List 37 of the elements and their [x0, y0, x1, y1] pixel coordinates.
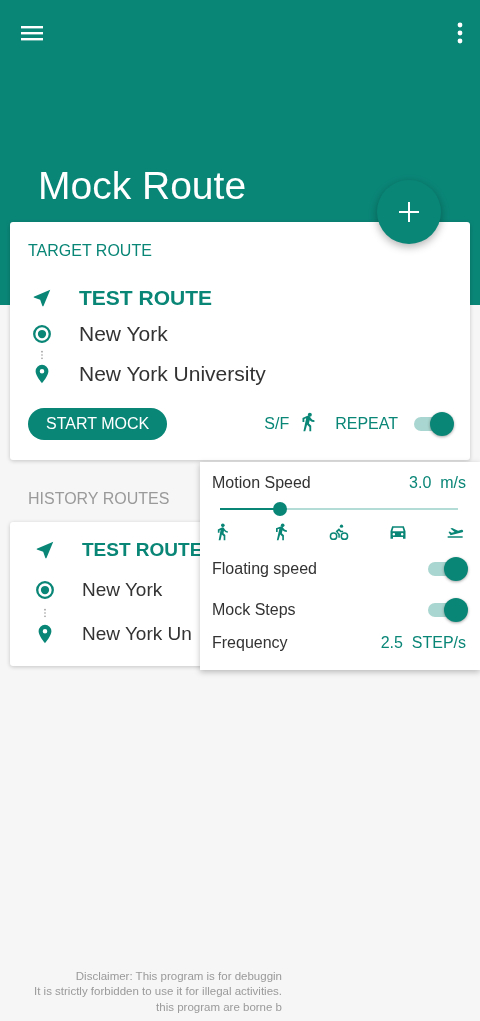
start-mock-button[interactable]: START MOCK	[28, 408, 168, 440]
mock-steps-label: Mock Steps	[212, 600, 296, 619]
motion-speed-label: Motion Speed	[212, 474, 311, 492]
navigation-arrow-icon	[31, 287, 53, 309]
destination-location: New York University	[79, 362, 266, 386]
radio-dot-icon	[31, 323, 53, 345]
route-name: TEST ROUTE	[79, 286, 212, 310]
radio-dot-icon	[34, 579, 56, 601]
menu-icon[interactable]	[20, 23, 44, 43]
disclaimer-text: this program are borne b	[156, 999, 282, 1015]
sf-label: S/F	[264, 415, 290, 433]
add-button[interactable]	[377, 180, 441, 244]
speed-slider[interactable]	[220, 502, 458, 516]
section-heading: TARGET ROUTE	[28, 242, 153, 260]
floating-speed-label: Floating speed	[212, 559, 317, 578]
speed-value: 3.0 m/s	[409, 474, 466, 492]
dotted-connector	[40, 350, 44, 360]
repeat-label: REPEAT	[335, 415, 398, 433]
frequency-label: Frequency	[212, 634, 288, 652]
section-heading: HISTORY ROUTES	[28, 490, 171, 508]
destination-location: New York Un	[82, 623, 192, 645]
route-name: TEST ROUTE	[82, 539, 203, 561]
disclaimer-text: Disclaimer: This program is for debuggin	[75, 968, 282, 984]
start-location: New York	[82, 579, 163, 601]
floating-speed-toggle[interactable]	[428, 556, 466, 581]
repeat-toggle[interactable]	[414, 412, 452, 436]
page-title: Mock Route	[38, 166, 248, 205]
dotted-connector	[43, 608, 47, 618]
more-options-icon[interactable]	[456, 22, 464, 44]
navigation-arrow-icon	[34, 539, 56, 561]
bicycle-icon	[329, 522, 349, 542]
slider-thumb[interactable]	[272, 502, 287, 516]
plus-icon	[398, 201, 420, 223]
disclaimer-text: It is strictly forbidden to use it for illegal activities.	[34, 984, 282, 999]
mock-steps-toggle[interactable]	[428, 597, 466, 622]
start-location: New York	[79, 322, 168, 346]
frequency-value: 2.5 STEP/s	[380, 634, 466, 652]
